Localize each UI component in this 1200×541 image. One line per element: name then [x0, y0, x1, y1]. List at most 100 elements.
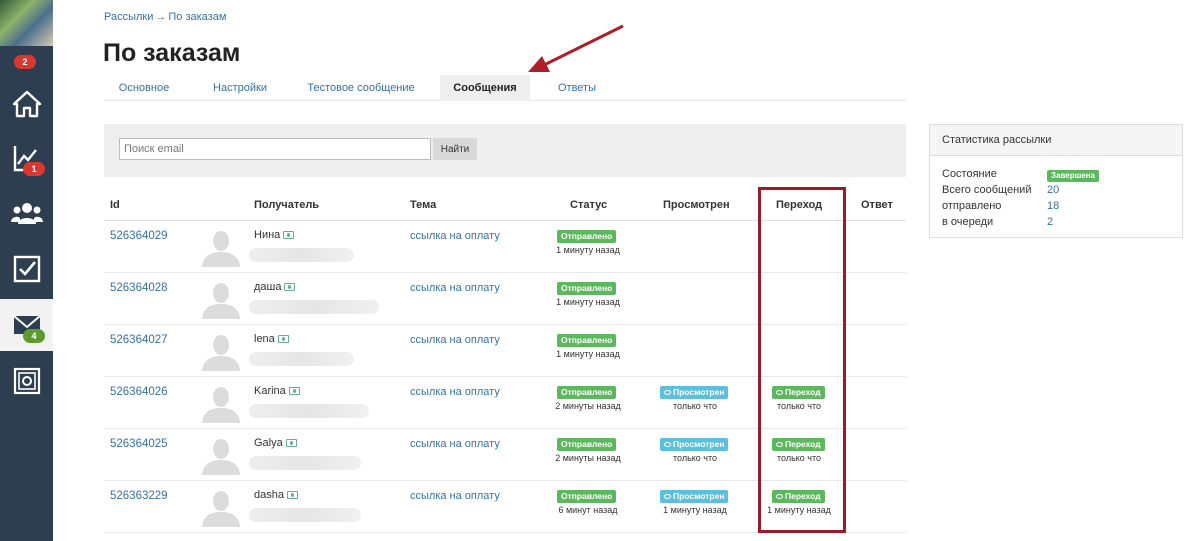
nav-settings[interactable] [0, 355, 53, 407]
breadcrumb-parent-link[interactable]: Рассылки [104, 11, 153, 23]
recipient-name: lena [254, 333, 289, 345]
status-time: 2 минуты назад [555, 453, 621, 463]
search-button[interactable]: Найти [433, 138, 477, 160]
stat-total-label: Всего сообщений [942, 184, 1032, 196]
col-id: Id [110, 199, 120, 211]
row-id-link[interactable]: 526364028 [110, 282, 168, 294]
contact-card-icon[interactable] [288, 387, 300, 396]
nav-home[interactable] [0, 78, 53, 130]
page-title: По заказам [103, 39, 241, 67]
breadcrumb-current-link[interactable]: По заказам [168, 11, 226, 23]
annotation-arrow [528, 24, 624, 72]
tab-bar: Основное Настройки Тестовое сообщение Со… [104, 75, 906, 101]
statistics-badge: 1 [23, 162, 45, 176]
mailings-badge: 4 [23, 329, 45, 343]
status-time: 6 минут назад [558, 505, 618, 515]
contact-card-icon[interactable] [277, 335, 289, 344]
nav-tasks[interactable] [0, 243, 53, 295]
sidebar: 2 1 4 [0, 0, 53, 541]
topic-link[interactable]: ссылка на оплату [410, 438, 500, 450]
recipient-name: dasha [254, 489, 298, 501]
user-avatar[interactable] [0, 0, 53, 46]
stat-total-value[interactable]: 20 [1047, 184, 1059, 196]
status-badge: Отправлено [557, 490, 617, 503]
status-badge: Отправлено [557, 386, 617, 399]
avatar-placeholder-icon [202, 335, 240, 371]
viewed-time: только что [672, 453, 718, 463]
contact-card-icon[interactable] [285, 439, 297, 448]
stat-queue-label: в очереди [942, 216, 994, 228]
eye-icon [664, 390, 671, 395]
tab-replies[interactable]: Ответы [544, 75, 610, 101]
stat-state-badge: Завершена [1047, 170, 1100, 182]
recipient-name: Нина [254, 229, 295, 241]
recipient-email-blurred [249, 248, 354, 262]
avatar-placeholder-icon [202, 283, 240, 319]
col-recipient: Получатель [254, 199, 320, 211]
avatar-placeholder-icon [202, 387, 240, 423]
stat-sent-label: отправлено [942, 200, 1002, 212]
settings-box-icon [13, 367, 40, 395]
topic-link[interactable]: ссылка на оплату [410, 282, 500, 294]
col-topic: Тема [410, 199, 437, 211]
users-icon [10, 203, 43, 224]
status-time: 1 минуту назад [556, 297, 620, 307]
home-icon [12, 90, 41, 118]
row-id-link[interactable]: 526364026 [110, 386, 168, 398]
recipient-email-blurred [249, 508, 361, 522]
viewed-badge: Просмотрен [660, 386, 729, 399]
topic-link[interactable]: ссылка на оплату [410, 386, 500, 398]
status-time: 1 минуту назад [556, 349, 620, 359]
viewed-badge: Просмотрен [660, 490, 729, 503]
checkbox-icon [13, 255, 40, 283]
status-time: 2 минуты назад [555, 401, 621, 411]
eye-icon [664, 442, 671, 447]
nav-users[interactable] [0, 187, 53, 239]
contact-card-icon[interactable] [283, 231, 295, 240]
nav-mailings[interactable] [0, 299, 53, 351]
col-status: Статус [570, 199, 608, 211]
viewed-badge: Просмотрен [660, 438, 729, 451]
col-reply: Ответ [861, 199, 893, 211]
viewed-time: только что [672, 401, 718, 411]
breadcrumb-separator: → [155, 11, 167, 23]
stats-panel: Статистика рассылки Состояние Завершена … [929, 124, 1183, 238]
avatar-placeholder-icon [202, 231, 240, 267]
topic-link[interactable]: ссылка на оплату [410, 490, 500, 502]
row-id-link[interactable]: 526363229 [110, 490, 168, 502]
stat-queue-value[interactable]: 2 [1047, 216, 1053, 228]
avatar-placeholder-icon [202, 439, 240, 475]
topic-link[interactable]: ссылка на оплату [410, 334, 500, 346]
tab-test-message[interactable]: Тестовое сообщение [298, 75, 424, 101]
stats-title: Статистика рассылки [930, 125, 1182, 156]
recipient-email-blurred [249, 352, 354, 366]
recipient-email-blurred [249, 300, 379, 314]
tab-settings[interactable]: Настройки [198, 75, 282, 101]
contact-card-icon[interactable] [284, 283, 296, 292]
row-id-link[interactable]: 526364029 [110, 230, 168, 242]
recipient-email-blurred [249, 404, 369, 418]
viewed-time: 1 минуту назад [663, 505, 727, 515]
col-viewed: Просмотрен [663, 199, 730, 211]
status-badge: Отправлено [557, 230, 617, 243]
avatar-placeholder-icon [202, 491, 240, 527]
topic-link[interactable]: ссылка на оплату [410, 230, 500, 242]
breadcrumb: Рассылки → По заказам [104, 11, 226, 23]
row-id-link[interactable]: 526364027 [110, 334, 168, 346]
recipient-name: Karina [254, 385, 300, 397]
eye-icon [664, 494, 671, 499]
tab-messages[interactable]: Сообщения [440, 75, 530, 101]
row-id-link[interactable]: 526364025 [110, 438, 168, 450]
search-panel: Найти [104, 124, 906, 177]
search-email-input[interactable] [119, 138, 431, 160]
contact-card-icon[interactable] [286, 491, 298, 500]
status-badge: Отправлено [557, 334, 617, 347]
stat-state-label: Состояние [942, 168, 997, 180]
recipient-name: даша [254, 281, 296, 293]
recipient-email-blurred [249, 456, 361, 470]
click-column-highlight [758, 187, 846, 533]
status-time: 1 минуту назад [556, 245, 620, 255]
nav-statistics[interactable] [0, 132, 53, 184]
tab-main[interactable]: Основное [104, 75, 184, 101]
stat-sent-value[interactable]: 18 [1047, 200, 1059, 212]
